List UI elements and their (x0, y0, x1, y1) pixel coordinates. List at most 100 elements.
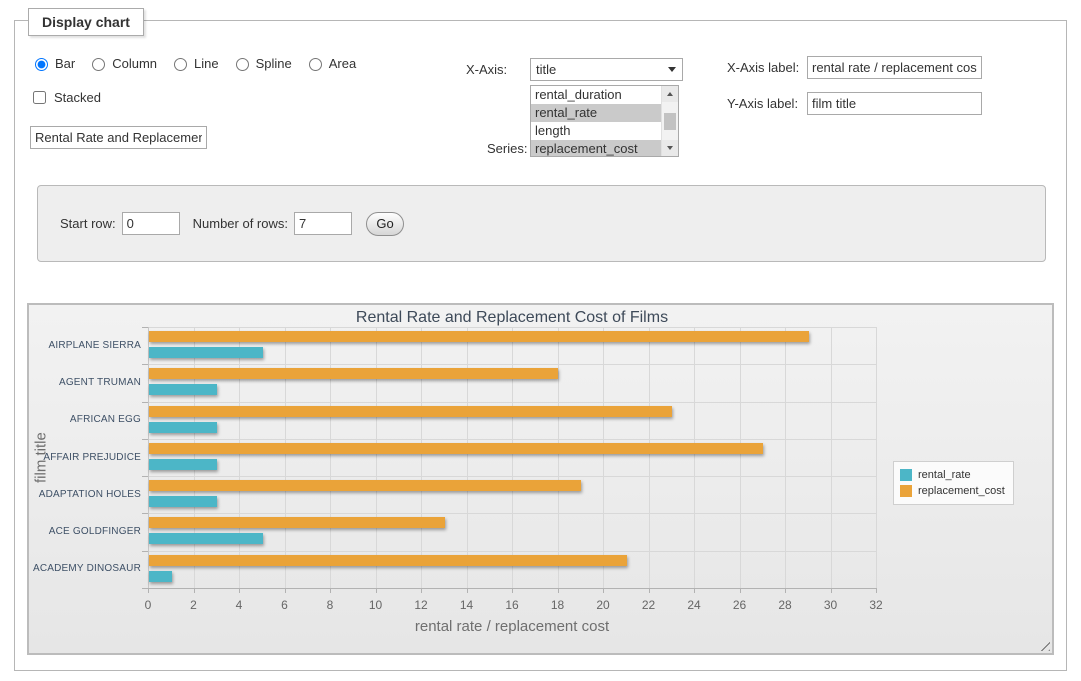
x-axis-tick-label: 24 (674, 598, 714, 612)
chart-title: Rental Rate and Replacement Cost of Film… (148, 309, 876, 327)
series-scrollbar[interactable] (661, 86, 678, 156)
legend-item-replacement_cost[interactable]: replacement_cost (900, 483, 1005, 499)
chart-type-option-label: Line (194, 56, 219, 71)
gridline-horizontal (148, 551, 876, 552)
scrollbar-thumb[interactable] (664, 113, 676, 130)
x-axis-tick-label: 22 (629, 598, 669, 612)
x-axis-tick-label: 14 (447, 598, 487, 612)
series-option-rental_rate[interactable]: rental_rate (531, 104, 661, 122)
x-axis-tick-label: 28 (765, 598, 805, 612)
chart-type-radio-column[interactable] (92, 58, 105, 71)
series-option-length[interactable]: length (531, 122, 661, 140)
x-axis-tick-label: 26 (720, 598, 760, 612)
chart-type-option-line[interactable]: Line (169, 55, 219, 71)
gridline-vertical (876, 327, 877, 588)
number-of-rows-label: Number of rows: (193, 216, 288, 231)
resize-handle-icon[interactable] (1037, 638, 1050, 651)
gridline-vertical (694, 327, 695, 588)
legend-item-rental_rate[interactable]: rental_rate (900, 467, 1005, 483)
series-select-label: Series: (487, 141, 527, 156)
x-axis-select[interactable]: title (530, 58, 683, 81)
chart-title-input[interactable] (30, 126, 207, 149)
x-axis-label-label: X-Axis label: (727, 60, 799, 75)
number-of-rows-input[interactable] (294, 212, 352, 235)
chart-type-radio-area[interactable] (309, 58, 322, 71)
chart-type-option-label: Area (329, 56, 356, 71)
bar-replacement_cost (149, 480, 581, 491)
bar-rental_rate (149, 571, 172, 582)
y-axis-label-label: Y-Axis label: (727, 96, 798, 111)
chart-type-radio-bar[interactable] (35, 58, 48, 71)
chart-container: Rental Rate and Replacement Cost of Film… (27, 303, 1054, 655)
gridline-vertical (785, 327, 786, 588)
gridline-horizontal (148, 364, 876, 365)
legend-swatch-icon (900, 485, 912, 497)
x-axis-select-value: title (536, 62, 556, 77)
chart-type-option-label: Spline (256, 56, 292, 71)
legend-label: replacement_cost (918, 485, 1005, 497)
x-axis-tick-label: 8 (310, 598, 350, 612)
y-axis-category-label: AFRICAN EGG (31, 414, 141, 425)
stacked-checkbox-row: Stacked (29, 88, 101, 107)
start-row-input[interactable] (122, 212, 180, 235)
y-axis-line (148, 327, 149, 588)
y-axis-category-label: AIRPLANE SIERRA (31, 340, 141, 351)
y-axis-category-label: ACE GOLDFINGER (31, 526, 141, 537)
chart-type-option-column[interactable]: Column (87, 55, 157, 71)
x-axis-tick-label: 32 (856, 598, 896, 612)
bar-replacement_cost (149, 368, 558, 379)
gridline-horizontal (148, 327, 876, 328)
scroll-up-icon[interactable] (662, 86, 678, 102)
gridline-vertical (740, 327, 741, 588)
chart-type-option-spline[interactable]: Spline (231, 55, 292, 71)
gridline-horizontal (148, 402, 876, 403)
rows-panel: Start row: Number of rows: Go (37, 185, 1046, 262)
series-option-replacement_cost[interactable]: replacement_cost (531, 140, 661, 157)
chart-type-option-label: Bar (55, 56, 75, 71)
x-axis-tick-label: 16 (492, 598, 532, 612)
x-axis-tick-label: 20 (583, 598, 623, 612)
gridline-vertical (239, 327, 240, 588)
bar-rental_rate (149, 422, 217, 433)
chart-type-radio-group: Bar Column Line Spline Area (30, 55, 364, 71)
x-axis-tick-label: 18 (538, 598, 578, 612)
gridline-vertical (831, 327, 832, 588)
y-axis-category-label: AGENT TRUMAN (31, 377, 141, 388)
bar-replacement_cost (149, 331, 809, 342)
bar-rental_rate (149, 459, 217, 470)
series-multiselect[interactable]: rental_durationrental_ratelengthreplacem… (530, 85, 679, 157)
go-button[interactable]: Go (366, 212, 404, 236)
gridline-vertical (603, 327, 604, 588)
scroll-down-icon[interactable] (662, 140, 678, 156)
start-row-label: Start row: (60, 216, 116, 231)
bar-replacement_cost (149, 555, 627, 566)
x-axis-tick-label: 10 (356, 598, 396, 612)
chart-type-option-label: Column (112, 56, 157, 71)
stacked-checkbox[interactable] (33, 91, 46, 104)
gridline-vertical (376, 327, 377, 588)
chart-type-option-area[interactable]: Area (304, 55, 356, 71)
series-options: rental_durationrental_ratelengthreplacem… (531, 86, 661, 156)
y-axis-label-input[interactable] (807, 92, 982, 115)
bar-rental_rate (149, 384, 217, 395)
gridline-vertical (467, 327, 468, 588)
chart-type-radio-line[interactable] (174, 58, 187, 71)
chart-type-option-bar[interactable]: Bar (30, 55, 75, 71)
series-option-rental_duration[interactable]: rental_duration (531, 86, 661, 104)
legend-label: rental_rate (918, 469, 971, 481)
y-axis-category-label: ADAPTATION HOLES (31, 489, 141, 500)
bar-rental_rate (149, 496, 217, 507)
bar-replacement_cost (149, 406, 672, 417)
x-axis-line (148, 588, 876, 589)
x-axis-tick-label: 4 (219, 598, 259, 612)
x-axis-tick-label: 12 (401, 598, 441, 612)
gridline-horizontal (148, 476, 876, 477)
chart-legend: rental_rate replacement_cost (893, 461, 1014, 505)
chart-type-radio-spline[interactable] (236, 58, 249, 71)
stacked-label: Stacked (54, 90, 101, 105)
bar-rental_rate (149, 347, 263, 358)
chevron-down-icon (668, 67, 676, 72)
x-axis-label-input[interactable] (807, 56, 982, 79)
bar-rental_rate (149, 533, 263, 544)
bar-replacement_cost (149, 443, 763, 454)
